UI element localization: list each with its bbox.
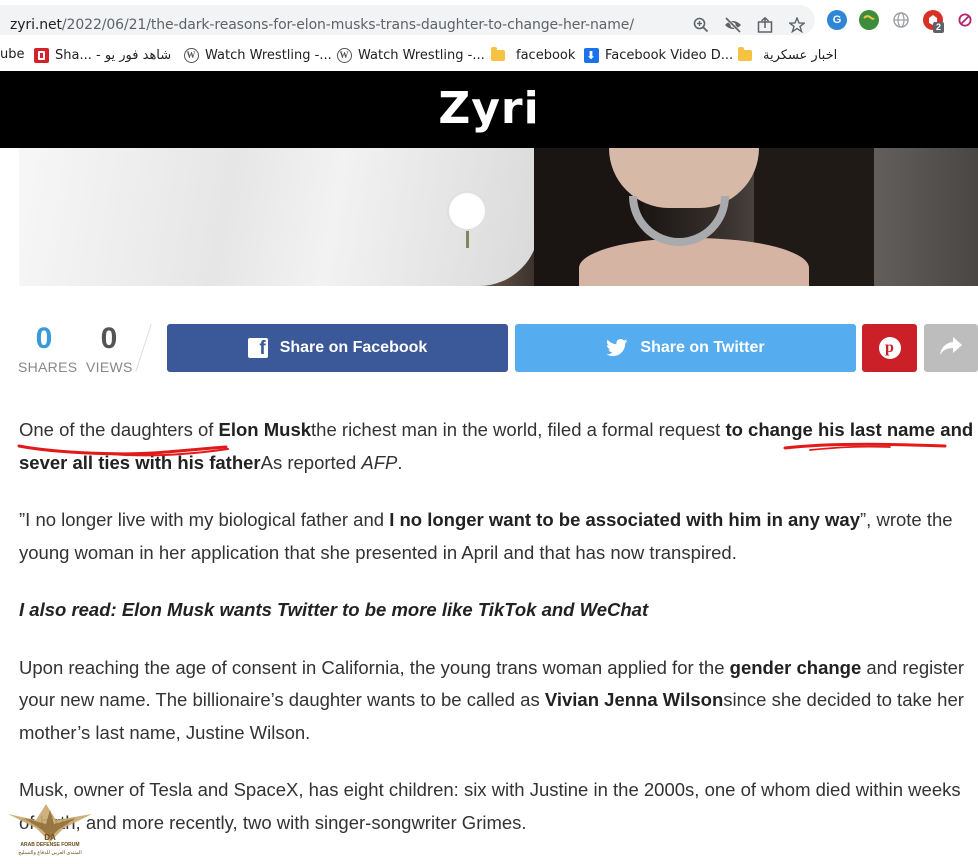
- text-span: the richest man in the world, filed a fo…: [311, 419, 726, 440]
- web-extension-icon[interactable]: [891, 10, 911, 30]
- views-counter: 0 VIEWS: [86, 322, 132, 375]
- adblock-extension-icon[interactable]: 2: [923, 10, 945, 33]
- bookmark-label: Watch Wrestling -...: [205, 47, 332, 63]
- share-twitter-button[interactable]: Share on Twitter: [515, 324, 856, 372]
- text-span: ”I no longer live with my biological fat…: [19, 509, 390, 530]
- counter-divider: [135, 324, 152, 372]
- url-text[interactable]: zyri.net/2022/06/21/the-dark-reasons-for…: [10, 17, 634, 33]
- url-path: /2022/06/21/the-dark-reasons-for-elon-mu…: [61, 17, 634, 33]
- shares-counter: 0 SHARES: [18, 322, 78, 375]
- share-pinterest-button[interactable]: p: [862, 324, 917, 372]
- share-arrow-icon: [939, 336, 963, 361]
- watermark-name: ARAB DEFENSE FORUM: [20, 842, 80, 848]
- text-span: Upon reaching the age of consent in Cali…: [19, 656, 730, 678]
- twitter-icon: [606, 339, 628, 357]
- browser-address-bar: zyri.net/2022/06/21/the-dark-reasons-for…: [0, 0, 978, 40]
- italic-span: AFP: [361, 451, 398, 473]
- watermark-initials: DA: [44, 833, 56, 842]
- shahid-icon: [33, 47, 49, 63]
- shares-label: SHARES: [18, 359, 78, 375]
- bookmark-youtube[interactable]: ube: [0, 47, 25, 62]
- bookmark-label: facebook: [516, 47, 576, 63]
- wordpress-icon: W: [183, 47, 199, 63]
- forum-watermark: DA ARAB DEFENSE FORUM المنتدى العربي للد…: [6, 796, 94, 862]
- bookmark-folder-facebook[interactable]: facebook: [490, 46, 576, 63]
- article-body: One of the daughters of Elon Muskthe ric…: [19, 414, 978, 864]
- bold-span: Vivian Jenna Wilson: [544, 689, 724, 710]
- share-facebook-label: Share on Facebook: [279, 339, 428, 356]
- also-read-link[interactable]: I also read: Elon Musk wants Twitter to …: [19, 594, 978, 627]
- folder-icon: [737, 46, 753, 63]
- wordpress-icon: W: [336, 47, 352, 63]
- adblock-badge: 2: [933, 22, 945, 33]
- bookmark-watch-wrestling-2[interactable]: W Watch Wrestling -...: [336, 47, 485, 63]
- grammarly-extension-icon[interactable]: G: [827, 10, 847, 30]
- bookmark-label: Facebook Video D...: [605, 47, 734, 63]
- views-label: VIEWS: [86, 359, 133, 375]
- text-span: One of the daughters of: [19, 419, 219, 440]
- zoom-icon[interactable]: [692, 16, 710, 34]
- article-paragraph-4: Upon reaching the age of consent in Cali…: [19, 652, 978, 750]
- bold-span: gender change: [729, 656, 862, 678]
- bookmark-label: اخبار عسكرية: [763, 47, 838, 63]
- bookmark-label: Sha... - شاهد فور يو: [55, 47, 172, 63]
- share-more-button[interactable]: [924, 324, 978, 372]
- bold-span: I no longer want to be associated with h…: [389, 509, 861, 530]
- bookmark-shahid[interactable]: Sha... - شاهد فور يو: [33, 47, 171, 63]
- block-extension-icon[interactable]: [955, 10, 975, 30]
- text-span: .: [397, 451, 403, 473]
- bookmarks-bar: ube Sha... - شاهد فور يو W Watch Wrestli…: [0, 40, 978, 70]
- share-icon[interactable]: [756, 16, 774, 34]
- article-paragraph-5: Musk, owner of Tesla and SpaceX, has eig…: [19, 779, 961, 833]
- download-icon: ⬇: [583, 47, 599, 63]
- article-paragraph-2: ”I no longer live with my biological fat…: [19, 504, 978, 569]
- bookmark-watch-wrestling-1[interactable]: W Watch Wrestling -...: [183, 47, 332, 63]
- share-twitter-label: Share on Twitter: [640, 339, 765, 356]
- text-span: As reported: [260, 451, 362, 473]
- article-paragraph-1: One of the daughters of Elon Muskthe ric…: [19, 414, 978, 479]
- globe-green-extension-icon[interactable]: [859, 10, 879, 30]
- facebook-icon: f: [247, 338, 268, 359]
- url-host: zyri.net: [10, 17, 62, 33]
- article-hero-image: [19, 148, 978, 286]
- eye-off-icon[interactable]: [724, 16, 742, 34]
- site-logo[interactable]: Zyri: [0, 83, 978, 134]
- watermark-arabic: المنتدى العربي للدفاع والتسليح: [18, 850, 82, 856]
- folder-icon: [490, 46, 506, 63]
- bookmark-label: Watch Wrestling -...: [358, 47, 485, 63]
- star-icon[interactable]: [788, 16, 806, 34]
- pinterest-icon: p: [878, 337, 901, 359]
- hero-boutonniere: [449, 193, 485, 229]
- bold-span: Elon Musk: [218, 419, 312, 440]
- shares-count: 0: [35, 322, 53, 355]
- hero-boutonniere-stem: [466, 226, 469, 248]
- views-count: 0: [100, 322, 118, 355]
- bookmark-folder-military-news[interactable]: اخبار عسكرية: [737, 46, 838, 63]
- url-field[interactable]: zyri.net/2022/06/21/the-dark-reasons-for…: [0, 5, 815, 35]
- bookmark-facebook-video-downloader[interactable]: ⬇ Facebook Video D...: [583, 47, 733, 63]
- bookmark-label: ube: [0, 47, 25, 62]
- share-facebook-button[interactable]: f Share on Facebook: [167, 324, 508, 372]
- site-header: Zyri: [0, 71, 978, 148]
